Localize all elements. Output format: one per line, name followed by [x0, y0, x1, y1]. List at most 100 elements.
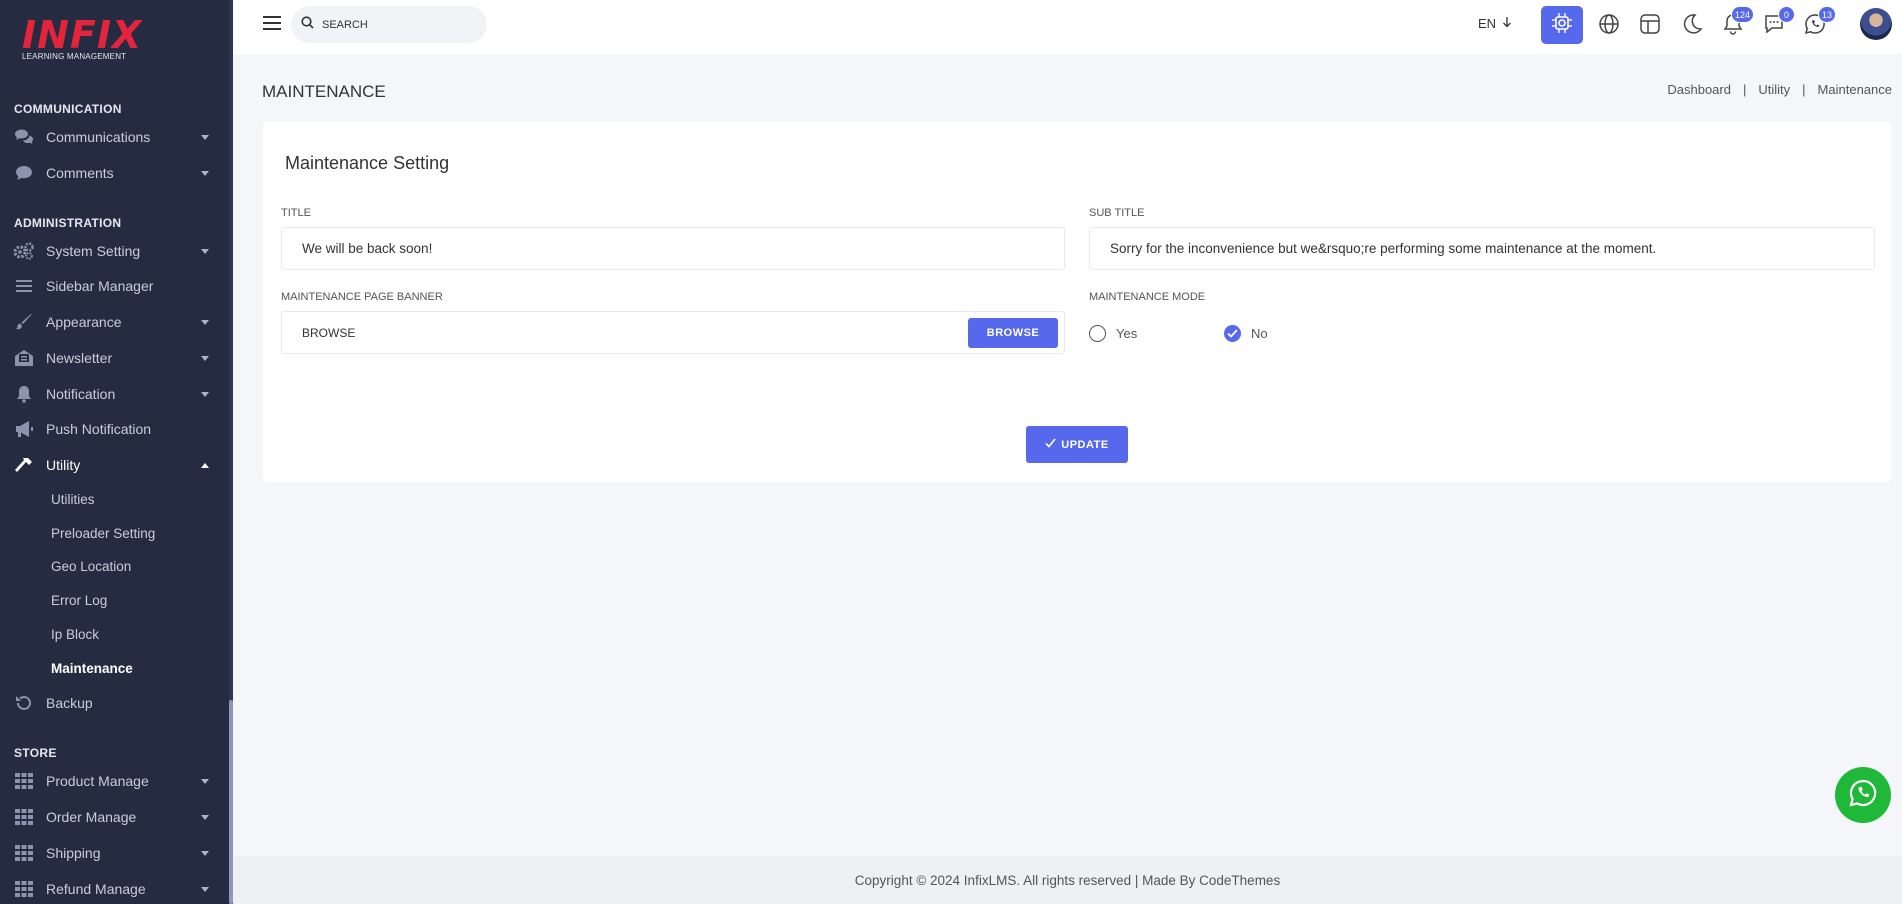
layout-button[interactable]: [1637, 13, 1663, 39]
title-input[interactable]: [281, 227, 1065, 270]
chip-settings-button[interactable]: [1541, 6, 1583, 44]
whatsapp-badge: 13: [1817, 6, 1836, 23]
section-store: STORE: [14, 746, 57, 760]
section-administration: ADMINISTRATION: [14, 216, 122, 230]
chevron-down-icon: [201, 778, 209, 784]
chevron-down-icon: [201, 355, 209, 361]
section-communication: COMMUNICATION: [14, 102, 122, 116]
newsletter-icon: [13, 349, 35, 367]
bars-icon: [13, 277, 35, 295]
chevron-down-icon: [201, 850, 209, 856]
sidebar-item-backup[interactable]: Backup: [0, 688, 229, 718]
sidebar-subitem-preloader-setting[interactable]: Preloader Setting: [51, 526, 155, 541]
sidebar-item-communications[interactable]: Communications: [0, 122, 229, 152]
breadcrumb-dashboard[interactable]: Dashboard: [1667, 82, 1731, 97]
banner-file-text: BROWSE: [302, 325, 356, 340]
messages-button[interactable]: 0: [1761, 6, 1795, 39]
messages-badge: 0: [1778, 6, 1795, 23]
chevron-up-icon: [201, 462, 209, 468]
sidebar-item-system-setting[interactable]: System Setting: [0, 236, 229, 266]
sidebar-subitem-ip-block[interactable]: Ip Block: [51, 627, 99, 642]
sidebar-item-refund-manage[interactable]: Refund Manage: [0, 874, 229, 904]
sidebar-subitem-geo-location[interactable]: Geo Location: [51, 559, 131, 574]
gears-icon: [13, 242, 35, 260]
breadcrumb: Dashboard | Utility | Maintenance: [1667, 82, 1892, 97]
copyright-text: Copyright © 2024 InfixLMS. All rights re…: [854, 872, 1281, 888]
chip-icon: [1551, 12, 1573, 39]
sidebar-item-appearance[interactable]: Appearance: [0, 307, 229, 337]
layout-icon: [1639, 13, 1661, 40]
sidebar-item-notification[interactable]: Notification: [0, 379, 229, 409]
page-title: MAINTENANCE: [262, 82, 386, 101]
chevron-down-icon: [201, 248, 209, 254]
banner-label: MAINTENANCE PAGE BANNER: [281, 291, 443, 303]
checkmark-icon: [1224, 325, 1241, 342]
sidebar-item-label: Notification: [46, 386, 116, 402]
grid-icon: [13, 772, 35, 790]
whatsapp-float-button[interactable]: [1835, 767, 1891, 823]
browse-button[interactable]: BROWSE: [968, 318, 1058, 348]
dark-mode-toggle[interactable]: [1679, 13, 1705, 39]
search-input[interactable]: [322, 18, 462, 31]
hammer-icon: [13, 456, 35, 474]
title-label: TITLE: [281, 207, 311, 219]
sidebar-item-label: Product Manage: [46, 773, 149, 789]
subtitle-label: SUB TITLE: [1089, 207, 1145, 219]
mode-no-radio[interactable]: No: [1224, 325, 1268, 342]
breadcrumb-separator: |: [1742, 82, 1747, 97]
footer: Copyright © 2024 InfixLMS. All rights re…: [233, 856, 1902, 904]
update-button[interactable]: UPDATE: [1026, 426, 1128, 463]
breadcrumb-utility[interactable]: Utility: [1758, 82, 1790, 97]
sidebar-item-label: Order Manage: [46, 809, 137, 825]
sidebar-item-utility[interactable]: Utility: [0, 450, 229, 480]
website-button[interactable]: [1596, 13, 1622, 39]
sidebar-subitem-utilities[interactable]: Utilities: [51, 492, 95, 507]
chevron-down-icon: [201, 134, 209, 140]
sidebar-subitem-error-log[interactable]: Error Log: [51, 593, 107, 608]
whatsapp-header-button[interactable]: 13: [1802, 6, 1836, 39]
sidebar-item-order-manage[interactable]: Order Manage: [0, 802, 229, 832]
chevron-down-icon: [201, 319, 209, 325]
sidebar-item-product-manage[interactable]: Product Manage: [0, 766, 229, 796]
maintenance-setting-card: Maintenance Setting TITLE SUB TITLE MAIN…: [263, 122, 1891, 482]
sidebar-item-label: Push Notification: [46, 421, 152, 437]
top-header: EN 124 0 1: [233, 0, 1902, 54]
search-box[interactable]: [291, 6, 487, 43]
sidebar-item-sidebar-manager[interactable]: Sidebar Manager: [0, 271, 229, 301]
update-button-label: UPDATE: [1061, 438, 1109, 451]
sidebar-item-label: Backup: [46, 695, 93, 711]
chevron-down-icon: [201, 391, 209, 397]
sidebar-item-label: Sidebar Manager: [46, 278, 154, 294]
search-icon: [301, 15, 314, 34]
chevron-down-icon: [201, 814, 209, 820]
logo[interactable]: INFIX LEARNING MANAGEMENT: [22, 16, 142, 64]
sidebar-subitem-maintenance[interactable]: Maintenance: [51, 661, 133, 676]
language-selector[interactable]: EN: [1478, 16, 1512, 31]
mode-yes-label: Yes: [1116, 326, 1138, 341]
comment-icon: [13, 164, 35, 182]
user-avatar[interactable]: [1860, 8, 1892, 40]
sidebar: INFIX LEARNING MANAGEMENT COMMUNICATION …: [0, 0, 233, 904]
sidebar-item-comments[interactable]: Comments: [0, 158, 229, 188]
banner-file-field[interactable]: BROWSE: [281, 311, 1065, 354]
sidebar-item-shipping[interactable]: Shipping: [0, 838, 229, 868]
grid-icon: [13, 808, 35, 826]
notifications-button[interactable]: 124: [1720, 6, 1754, 39]
sidebar-item-label: Comments: [46, 165, 114, 181]
brush-icon: [13, 313, 35, 331]
radio-unchecked-icon: [1089, 325, 1106, 342]
sidebar-item-newsletter[interactable]: Newsletter: [0, 343, 229, 373]
sidebar-item-label: System Setting: [46, 243, 141, 259]
chevron-down-icon: [201, 170, 209, 176]
language-label: EN: [1478, 16, 1497, 31]
maintenance-mode-label: MAINTENANCE MODE: [1089, 291, 1206, 303]
subtitle-input[interactable]: [1089, 227, 1875, 270]
breadcrumb-separator: |: [1802, 82, 1806, 97]
sidebar-item-push-notification[interactable]: Push Notification: [0, 414, 229, 444]
logo-text: INFIX: [22, 13, 143, 57]
menu-toggle-icon[interactable]: [263, 16, 281, 30]
chat-icon: [13, 128, 35, 146]
sidebar-item-label: Communications: [46, 129, 151, 145]
mode-yes-radio[interactable]: Yes: [1089, 325, 1137, 342]
sidebar-item-label: Utility: [46, 457, 81, 473]
